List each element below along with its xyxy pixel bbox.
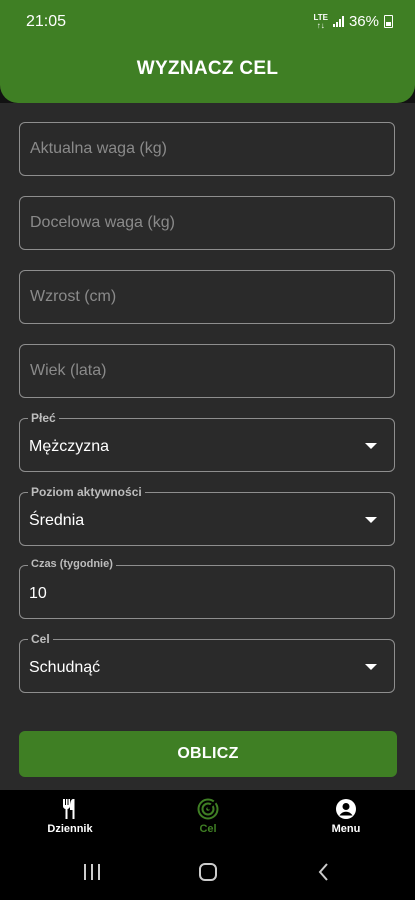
activity-label: Poziom aktywności <box>28 485 145 499</box>
back-icon[interactable] <box>312 860 336 884</box>
goal-label: Cel <box>28 632 53 646</box>
age-placeholder: Wiek (lata) <box>30 362 107 379</box>
battery-percent: 36% <box>348 13 379 30</box>
activity-value: Średnia <box>29 512 85 529</box>
system-navigation-bar <box>0 842 415 900</box>
dropdown-caret-icon <box>365 664 377 670</box>
recent-apps-icon[interactable] <box>80 860 104 884</box>
height-placeholder: Wzrost (cm) <box>30 288 117 305</box>
age-input[interactable]: Wiek (lata) <box>19 344 395 398</box>
app-header: 21:05 LTE ↑↓ 36% WYZNACZ CEL <box>0 0 415 103</box>
bottom-navigation: Dziennik Cel Menu <box>0 790 415 842</box>
page-title: WYZNACZ CEL <box>136 58 279 79</box>
target-weight-input[interactable]: Docelowa waga (kg) <box>19 196 395 250</box>
sex-value: Mężczyzna <box>29 438 110 455</box>
current-weight-input[interactable]: Aktualna waga (kg) <box>19 122 395 176</box>
nav-label-menu: Menu <box>331 823 361 835</box>
nav-item-dziennik[interactable]: Dziennik <box>20 790 120 842</box>
nav-item-cel[interactable]: Cel <box>158 790 258 842</box>
sex-label: Płeć <box>28 411 59 425</box>
nav-label-cel: Cel <box>199 823 217 835</box>
duration-label: Czas (tygodnie) <box>28 558 116 570</box>
battery-icon <box>384 15 393 28</box>
home-icon[interactable] <box>196 860 220 884</box>
account-icon <box>336 799 356 819</box>
duration-value: 10 <box>29 585 47 602</box>
activity-select[interactable]: Poziom aktywności Średnia <box>19 485 395 546</box>
calculate-button[interactable]: OBLICZ <box>19 731 397 777</box>
signal-icon <box>332 16 344 27</box>
nav-item-menu[interactable]: Menu <box>296 790 396 842</box>
goal-select[interactable]: Cel Schudnąć <box>19 632 395 693</box>
sex-select[interactable]: Płeć Mężczyzna <box>19 411 395 472</box>
dropdown-caret-icon <box>365 517 377 523</box>
duration-input[interactable]: Czas (tygodnie) 10 <box>19 558 395 619</box>
nav-label-dziennik: Dziennik <box>47 823 93 835</box>
target-weight-placeholder: Docelowa waga (kg) <box>30 214 175 231</box>
status-time: 21:05 <box>26 13 67 30</box>
height-input[interactable]: Wzrost (cm) <box>19 270 395 324</box>
status-icons: LTE ↑↓ 36% <box>313 13 393 30</box>
goal-value: Schudnąć <box>29 659 101 676</box>
fork-knife-icon <box>63 799 75 819</box>
target-icon <box>197 798 219 820</box>
current-weight-placeholder: Aktualna waga (kg) <box>30 140 167 157</box>
lte-icon: LTE ↑↓ <box>313 12 328 30</box>
dropdown-caret-icon <box>365 443 377 449</box>
